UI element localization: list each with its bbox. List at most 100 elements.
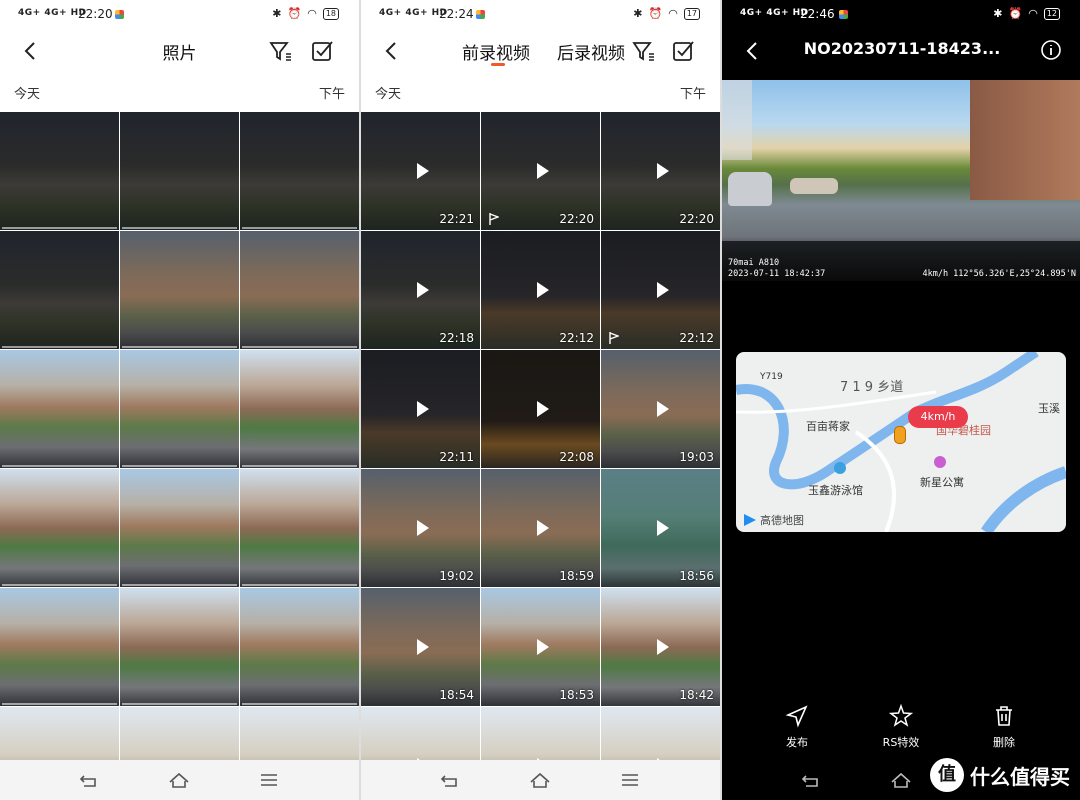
checkbox-select-icon: [673, 41, 694, 61]
video-time: 22:20: [559, 212, 594, 226]
status-time: 22:24: [439, 7, 474, 21]
trash-icon: [996, 706, 1012, 726]
play-icon: [416, 282, 429, 298]
nav-menu-icon[interactable]: [619, 770, 641, 790]
effects-button[interactable]: RS特效: [871, 704, 931, 750]
video-thumbnail[interactable]: 19:02: [361, 469, 480, 587]
date-label: 今天: [375, 87, 402, 102]
video-scene-building: [722, 80, 752, 160]
video-detail-screen: 4G+ 4G+ HD 22:46 ✱ ⏰ ◠ 12 NO20230711-184…: [722, 0, 1080, 800]
video-player[interactable]: 70mai A810 2023-07-11 18:42:37 4km/h 112…: [722, 80, 1080, 281]
play-icon: [536, 639, 549, 655]
nav-home-icon[interactable]: [529, 770, 551, 790]
back-button[interactable]: [377, 36, 407, 66]
tab-rear-video[interactable]: 后录视频: [557, 39, 625, 64]
hotel-icon: [934, 456, 946, 468]
status-time: 22:46: [800, 7, 835, 21]
map-card[interactable]: Y719 7 1 9 乡道 百亩蒋家 玉鑫游泳馆 新星公寓 玉溪 国华碧桂园 4…: [736, 352, 1066, 532]
video-thumbnail[interactable]: 22:12: [601, 231, 720, 349]
period-label: 下午: [679, 87, 706, 102]
app-notification-icon: [476, 10, 485, 19]
video-thumbnail[interactable]: 22:12: [481, 231, 600, 349]
video-time: 18:42: [679, 688, 714, 702]
wifi-icon: ◠: [1028, 7, 1038, 20]
tab-front-video[interactable]: 前录视频: [462, 39, 530, 64]
photo-thumbnail[interactable]: [120, 231, 239, 349]
nav-back-icon[interactable]: [800, 770, 822, 790]
video-thumbnail[interactable]: 22:20: [601, 112, 720, 230]
nav-home-icon[interactable]: [168, 770, 190, 790]
photo-thumbnail[interactable]: [0, 231, 119, 349]
photo-thumbnail[interactable]: [240, 350, 359, 468]
video-time: 22:11: [439, 450, 474, 464]
photo-thumbnail[interactable]: [120, 112, 239, 230]
nav-home-icon[interactable]: [890, 770, 912, 790]
photo-thumbnail[interactable]: [240, 469, 359, 587]
map-provider-label: 高德地图: [760, 514, 804, 527]
publish-button[interactable]: 发布: [767, 704, 827, 750]
photo-thumbnail[interactable]: [120, 350, 239, 468]
video-thumbnail[interactable]: 18:42: [601, 588, 720, 706]
video-thumbnail[interactable]: 22:11: [361, 350, 480, 468]
filter-icon: [632, 42, 654, 61]
map-place-label: 百亩蒋家: [806, 420, 850, 433]
video-thumbnail[interactable]: 18:56: [601, 469, 720, 587]
alarm-icon: ⏰: [648, 7, 663, 20]
play-icon: [536, 163, 549, 179]
video-thumbnail[interactable]: 22:20: [481, 112, 600, 230]
map-place-label: 玉鑫游泳馆: [808, 484, 863, 497]
video-grid: 22:21 22:20 22:20 22:18 22:12 22:12 22:11 22:08…: [361, 112, 720, 800]
filter-button[interactable]: [267, 38, 293, 64]
play-icon: [656, 520, 669, 536]
delete-button[interactable]: 删除: [974, 704, 1034, 750]
bluetooth-icon: ✱: [993, 7, 1003, 20]
swimming-pool-icon: [834, 462, 846, 474]
video-thumbnail[interactable]: 22:08: [481, 350, 600, 468]
osd-overlay: [242, 465, 357, 467]
star-sparkle-icon: [889, 704, 913, 727]
watermark-logo: 值: [930, 758, 964, 792]
car-marker-icon: [894, 426, 906, 444]
video-thumbnail[interactable]: 18:54: [361, 588, 480, 706]
photo-thumbnail[interactable]: [0, 350, 119, 468]
page-title: 照片: [162, 44, 197, 64]
map-place-label: 新星公寓: [920, 476, 964, 489]
amap-logo-icon: [744, 514, 756, 526]
nav-back-icon[interactable]: [78, 770, 100, 790]
filter-button[interactable]: [630, 38, 656, 64]
flag-icon: [609, 332, 619, 344]
photo-thumbnail[interactable]: [0, 112, 119, 230]
play-icon: [656, 163, 669, 179]
select-button[interactable]: [309, 38, 335, 64]
video-thumbnail[interactable]: 19:03: [601, 350, 720, 468]
video-thumbnail[interactable]: 22:18: [361, 231, 480, 349]
video-time: 22:21: [439, 212, 474, 226]
photo-grid: [0, 112, 359, 800]
play-icon: [536, 282, 549, 298]
photo-thumbnail[interactable]: [120, 469, 239, 587]
info-button[interactable]: [1040, 39, 1062, 61]
play-icon: [656, 401, 669, 417]
action-bar: 发布 RS特效 删除: [722, 704, 1080, 756]
photo-thumbnail[interactable]: [0, 469, 119, 587]
nav-menu-icon[interactable]: [258, 770, 280, 790]
battery-indicator: 17: [683, 7, 700, 20]
osd-overlay: [122, 346, 237, 348]
video-thumbnail[interactable]: 22:21: [361, 112, 480, 230]
delete-label: 删除: [993, 736, 1015, 749]
app-notification-icon: [115, 10, 124, 19]
flag-icon: [489, 213, 499, 225]
photo-thumbnail[interactable]: [120, 588, 239, 706]
photo-thumbnail[interactable]: [240, 112, 359, 230]
photo-thumbnail[interactable]: [240, 231, 359, 349]
wifi-icon: ◠: [307, 7, 317, 20]
chevron-left-icon: [385, 42, 396, 60]
photo-thumbnail[interactable]: [240, 588, 359, 706]
video-thumbnail[interactable]: 18:53: [481, 588, 600, 706]
photo-thumbnail[interactable]: [0, 588, 119, 706]
video-thumbnail[interactable]: 18:59: [481, 469, 600, 587]
date-header: 今天 下午: [0, 80, 359, 104]
select-button[interactable]: [670, 38, 696, 64]
nav-back-icon[interactable]: [439, 770, 461, 790]
back-button[interactable]: [738, 36, 768, 66]
